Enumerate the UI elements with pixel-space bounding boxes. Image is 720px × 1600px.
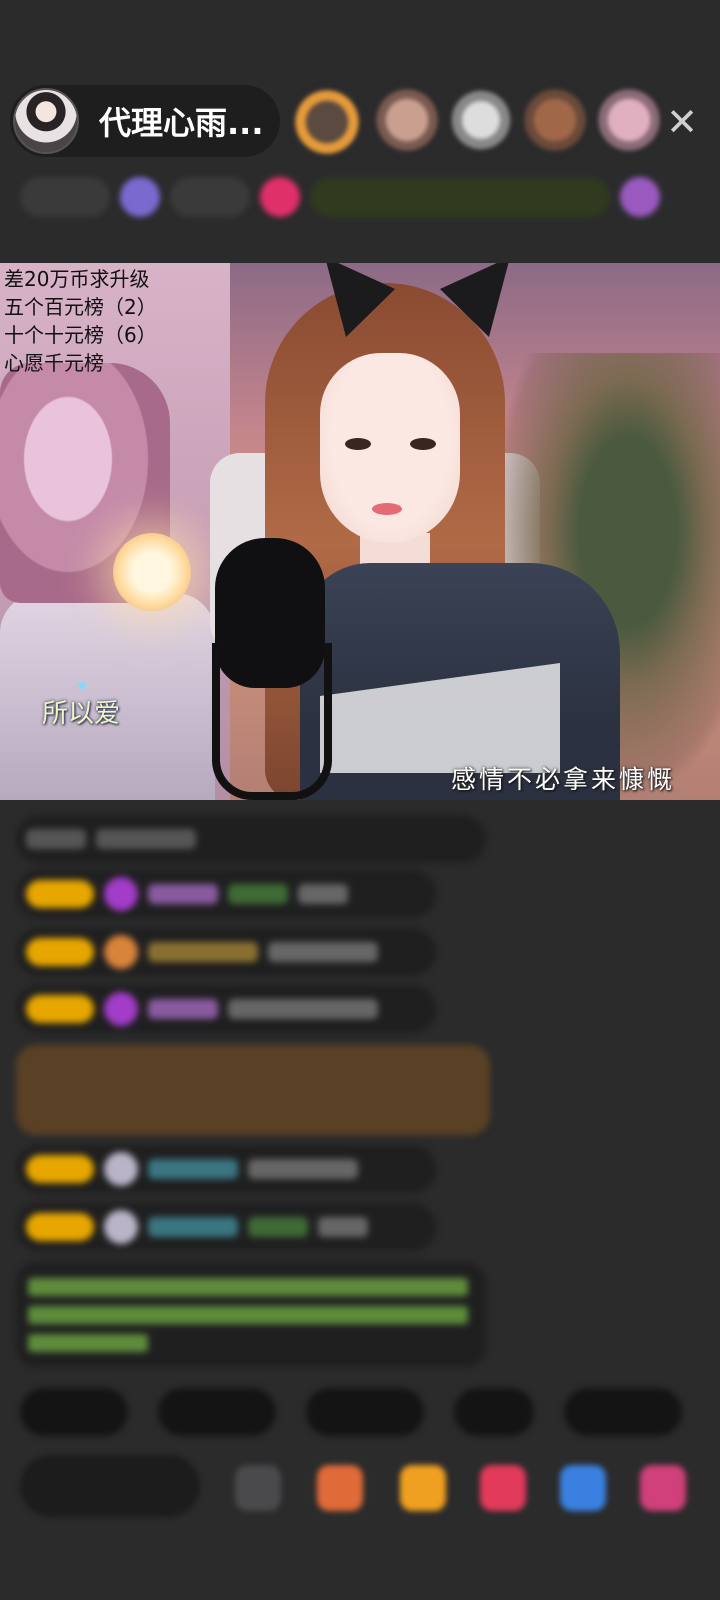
chat-system-message <box>16 815 486 863</box>
eye <box>345 438 371 450</box>
eye <box>410 438 436 450</box>
user-avatar[interactable] <box>104 1210 138 1244</box>
quick-reply-button[interactable] <box>454 1388 534 1436</box>
gift-highlight-message[interactable] <box>16 1045 490 1135</box>
quick-reply-button[interactable] <box>306 1388 424 1436</box>
viewer-avatar[interactable] <box>524 85 586 155</box>
treasure-icon[interactable] <box>400 1465 446 1511</box>
moon-lamp <box>113 533 191 611</box>
viewer-avatar[interactable] <box>376 85 438 155</box>
host-info-pill[interactable]: 代理心雨... <box>10 85 280 157</box>
wish-line: 十个十元榜（6） <box>4 323 157 347</box>
emoji-icon[interactable] <box>235 1465 281 1511</box>
info-chip[interactable] <box>170 177 250 217</box>
chat-message[interactable] <box>16 985 436 1033</box>
viewer-avatar[interactable] <box>290 85 364 159</box>
wish-line: 差20万币求升级 <box>4 267 150 291</box>
quick-reply-button[interactable] <box>564 1388 682 1436</box>
quick-reply-row <box>20 1388 682 1436</box>
lips <box>372 503 402 515</box>
user-avatar[interactable] <box>104 1152 138 1186</box>
room-notice <box>16 1262 486 1367</box>
info-icon <box>260 177 300 217</box>
info-icon <box>620 177 660 217</box>
lyric-left: 所以爱 <box>42 699 121 729</box>
quick-reply-button[interactable] <box>158 1388 276 1436</box>
level-badge <box>26 1213 94 1241</box>
chat-message[interactable] <box>16 1203 436 1251</box>
wish-line: 五个百元榜（2） <box>4 295 157 319</box>
level-badge <box>26 995 94 1023</box>
host-avatar[interactable] <box>13 88 79 154</box>
top-viewers-list <box>290 85 660 159</box>
quick-reply-button[interactable] <box>20 1388 128 1436</box>
gift-icon[interactable] <box>640 1465 686 1511</box>
level-badge <box>26 938 94 966</box>
user-avatar[interactable] <box>104 935 138 969</box>
wish-line: 心愿千元榜 <box>4 351 104 375</box>
viewer-avatar[interactable] <box>450 85 512 155</box>
bottom-toolbar <box>20 1455 710 1525</box>
level-badge <box>26 880 94 908</box>
star-icon: ★ <box>76 678 89 694</box>
lyric-right: 感情不必拿来慷慨 <box>450 765 675 794</box>
chat-message[interactable] <box>16 870 436 918</box>
viewer-avatar[interactable] <box>598 85 660 155</box>
host-name: 代理心雨... <box>99 104 264 142</box>
chat-input[interactable] <box>20 1455 200 1517</box>
user-avatar[interactable] <box>104 992 138 1026</box>
chat-message[interactable] <box>16 1145 436 1193</box>
user-avatar[interactable] <box>104 877 138 911</box>
live-video[interactable]: 差20万币求升级 五个百元榜（2） 十个十元榜（6） 心愿千元榜 ★ 所以爱 感… <box>0 263 720 800</box>
microphone-stand <box>212 643 332 800</box>
level-badge <box>26 1155 94 1183</box>
close-icon[interactable]: ✕ <box>662 102 702 142</box>
info-chip[interactable] <box>20 177 110 217</box>
room-info-bar[interactable] <box>20 172 700 222</box>
info-chip[interactable] <box>310 177 610 217</box>
chat-message[interactable] <box>16 928 436 976</box>
gift-box-icon[interactable] <box>317 1465 363 1511</box>
wish-list-overlay: 差20万币求升级 五个百元榜（2） 十个十元榜（6） 心愿千元榜 <box>4 265 157 377</box>
info-icon <box>120 177 160 217</box>
game-controller-icon[interactable] <box>560 1465 606 1511</box>
heart-icon[interactable] <box>480 1465 526 1511</box>
